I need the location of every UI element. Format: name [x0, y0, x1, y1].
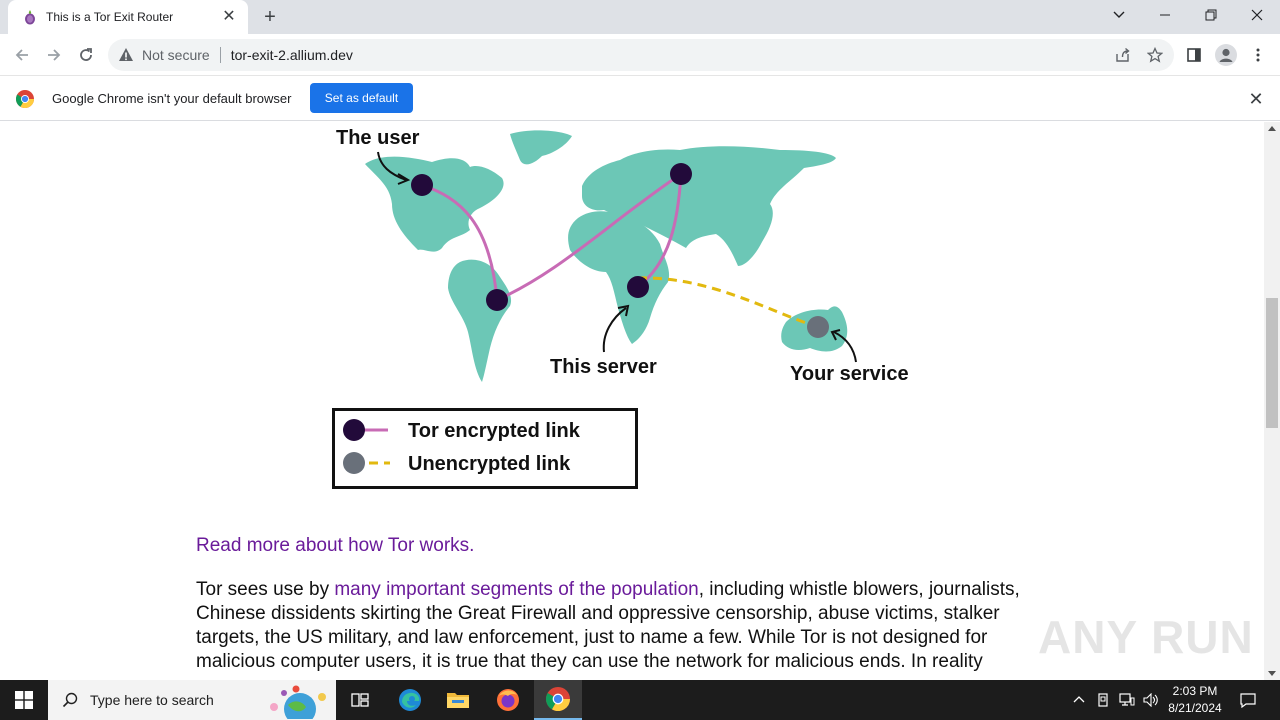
chrome-taskbar-button[interactable]	[534, 680, 582, 720]
asia-relay-node	[670, 163, 692, 185]
new-tab-button[interactable]: +	[258, 5, 282, 29]
exit-server-node	[627, 276, 649, 298]
tab-active[interactable]: This is a Tor Exit Router ✕	[8, 0, 248, 34]
clock-date: 8/21/2024	[1168, 701, 1222, 715]
taskbar-search-box[interactable]: Type here to search	[48, 680, 336, 720]
volume-button[interactable]	[1140, 680, 1162, 720]
speaker-icon	[1143, 693, 1158, 707]
chrome-icon	[546, 687, 570, 711]
menu-button[interactable]	[1245, 42, 1271, 68]
back-button[interactable]	[9, 42, 35, 68]
map-legend: Tor encrypted link Unencrypted link	[332, 408, 638, 489]
windows-logo-icon	[15, 691, 33, 709]
legend-tor-label: Tor encrypted link	[408, 420, 581, 442]
device-icon	[1098, 693, 1108, 707]
file-explorer-taskbar-button[interactable]	[434, 680, 482, 720]
tray-device-button[interactable]	[1092, 680, 1114, 720]
scroll-down-arrow-icon[interactable]	[1268, 671, 1276, 676]
set-as-default-button[interactable]: Set as default	[310, 83, 413, 113]
network-icon	[1119, 693, 1135, 706]
arrow-left-icon	[15, 49, 28, 61]
notification-icon	[1240, 693, 1256, 708]
population-segments-link[interactable]: many important segments of the populatio…	[334, 579, 698, 600]
label-the-user: The user	[336, 127, 420, 149]
bookmark-button[interactable]	[1142, 42, 1168, 68]
scrollbar-thumb[interactable]	[1266, 298, 1278, 428]
share-icon	[1116, 47, 1130, 62]
start-button[interactable]	[0, 680, 48, 720]
show-hidden-icons-button[interactable]	[1068, 680, 1090, 720]
search-highlight-globe-icon	[270, 685, 326, 719]
warning-icon[interactable]	[118, 47, 134, 63]
arrow-right-icon	[48, 49, 61, 61]
firefox-icon	[497, 689, 519, 711]
edge-taskbar-button[interactable]	[386, 680, 434, 720]
south-america-relay-node	[486, 289, 508, 311]
body-paragraph: Tor sees use by many important segments …	[196, 578, 1066, 674]
star-icon	[1147, 47, 1163, 63]
network-button[interactable]	[1116, 680, 1138, 720]
read-more-link[interactable]: Read more about how Tor works.	[196, 535, 474, 557]
infobar-message: Google Chrome isn't your default browser	[52, 91, 292, 106]
label-your-service: Your service	[790, 363, 909, 385]
folder-icon	[447, 693, 469, 708]
page-scrollbar[interactable]	[1264, 122, 1280, 680]
paragraph-lead: Tor sees use by	[196, 579, 335, 600]
tab-title: This is a Tor Exit Router	[46, 10, 174, 24]
avatar-icon	[1215, 44, 1237, 66]
infobar-close-icon[interactable]: ✕	[1246, 89, 1266, 109]
user-node	[411, 174, 433, 196]
close-window-button[interactable]	[1234, 0, 1280, 30]
minimize-button[interactable]	[1142, 0, 1188, 30]
reload-icon	[80, 48, 92, 61]
security-status[interactable]: Not secure	[142, 47, 210, 63]
chevron-down-icon	[1113, 11, 1125, 18]
legend-unencrypted-label: Unencrypted link	[408, 453, 571, 475]
url-text[interactable]: tor-exit-2.allium.dev	[231, 47, 1110, 63]
greenland-landmass	[510, 130, 572, 165]
reload-button[interactable]	[73, 42, 99, 68]
legend-tor-node	[343, 419, 365, 441]
task-view-button[interactable]	[336, 680, 384, 720]
search-placeholder: Type here to search	[90, 692, 214, 708]
minimize-icon	[1160, 14, 1170, 16]
service-node	[807, 316, 829, 338]
windows-taskbar: Type here to search 2:03 PM 8/21/2024	[0, 680, 1280, 720]
tab-search-button[interactable]	[1096, 0, 1142, 30]
label-this-server: This server	[550, 356, 657, 378]
address-bar[interactable]: Not secure tor-exit-2.allium.dev	[108, 39, 1174, 71]
chrome-logo-icon	[16, 90, 34, 108]
side-panel-icon	[1187, 48, 1201, 62]
task-view-icon	[351, 693, 369, 707]
tab-close-icon[interactable]: ✕	[220, 8, 238, 26]
taskbar-clock[interactable]: 2:03 PM 8/21/2024	[1160, 683, 1230, 717]
south-america-landmass	[448, 259, 512, 382]
side-panel-button[interactable]	[1181, 42, 1207, 68]
kebab-menu-icon	[1256, 48, 1260, 62]
clock-time: 2:03 PM	[1172, 684, 1218, 698]
share-button[interactable]	[1110, 42, 1136, 68]
profile-button[interactable]	[1213, 42, 1239, 68]
notifications-button[interactable]	[1234, 680, 1262, 720]
restore-icon	[1205, 9, 1217, 21]
anyrun-watermark: ANY RUN	[1038, 611, 1254, 663]
restore-button[interactable]	[1188, 0, 1234, 30]
legend-unencrypted-node	[343, 452, 365, 474]
default-browser-infobar: Google Chrome isn't your default browser…	[0, 77, 1280, 121]
chevron-up-icon	[1073, 696, 1085, 703]
browser-toolbar: Not secure tor-exit-2.allium.dev	[0, 34, 1280, 76]
scroll-up-arrow-icon[interactable]	[1268, 126, 1276, 131]
edge-icon	[399, 689, 421, 711]
tor-onion-icon	[25, 10, 35, 25]
search-icon	[62, 692, 78, 708]
page-viewport: The user This server Your service Tor en…	[0, 122, 1264, 680]
forward-button[interactable]	[41, 42, 67, 68]
omnibox-divider	[219, 47, 221, 63]
close-icon	[1251, 9, 1263, 21]
firefox-taskbar-button[interactable]	[484, 680, 532, 720]
tab-strip: This is a Tor Exit Router ✕ +	[0, 0, 1280, 34]
